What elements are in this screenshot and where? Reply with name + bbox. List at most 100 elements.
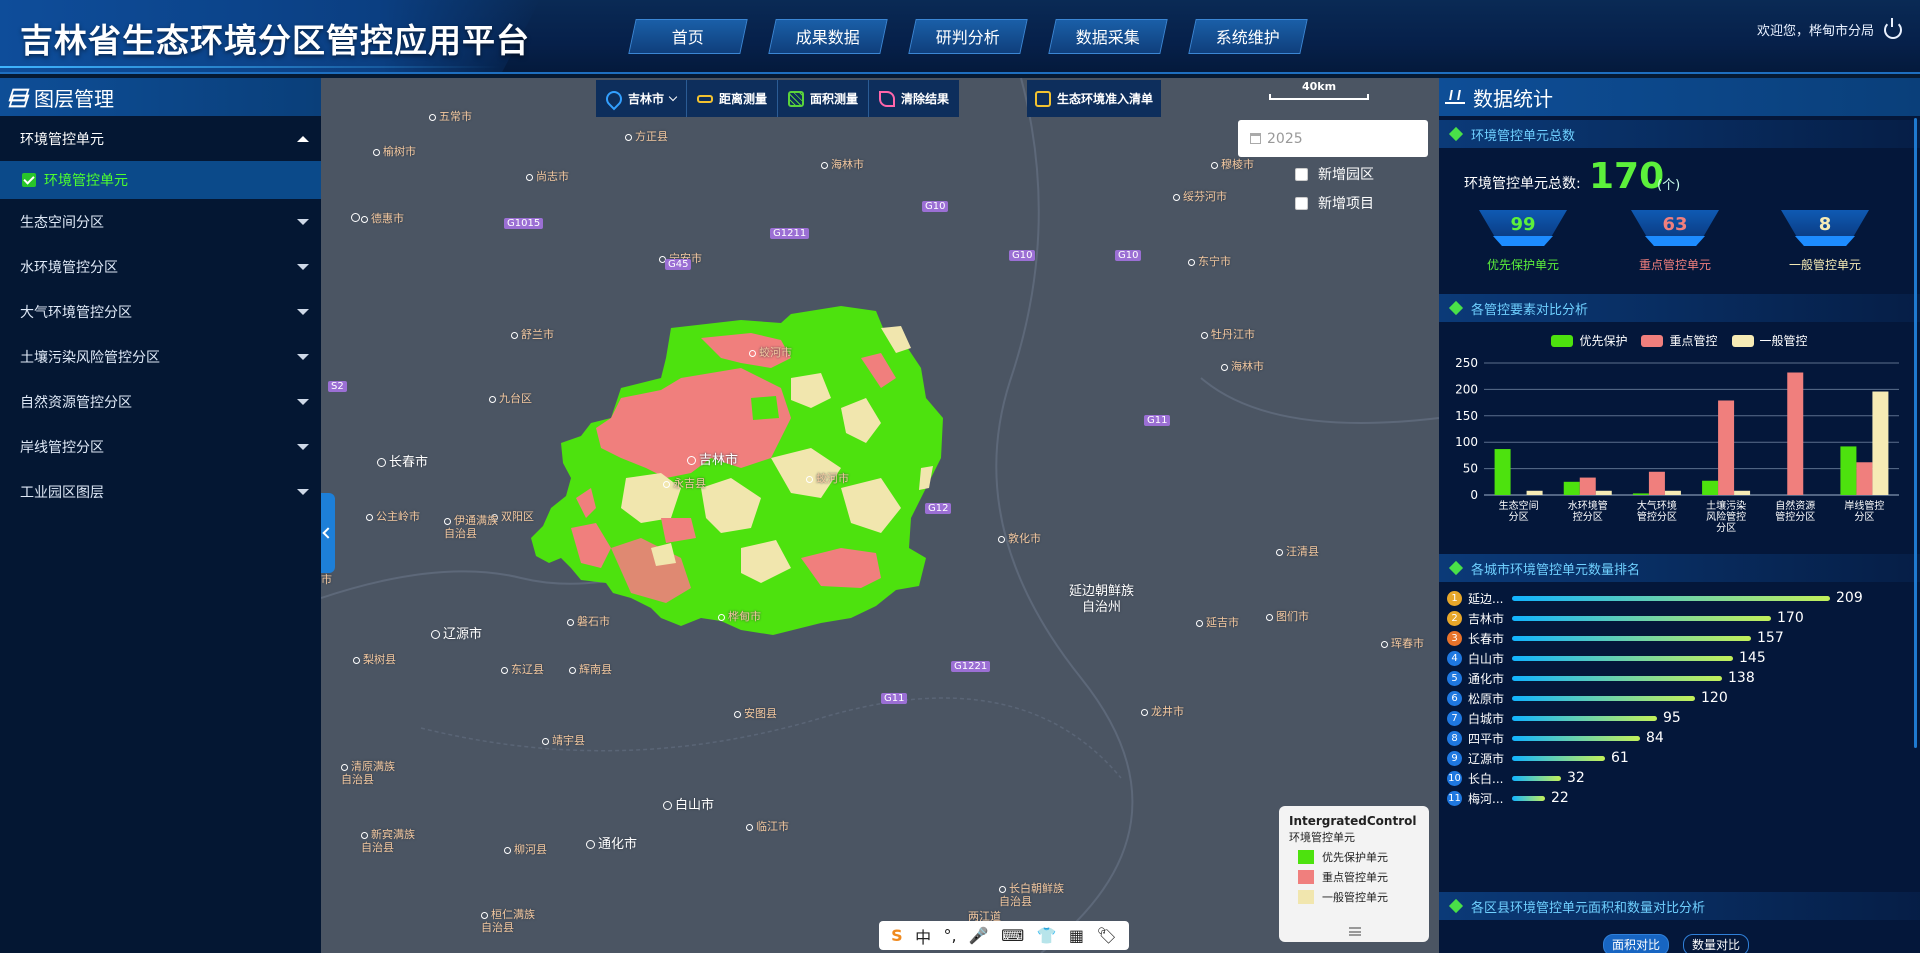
rank-bar [1512, 595, 1830, 601]
ranking-row[interactable]: 3 长春市 157 [1447, 628, 1784, 648]
chart-bar [1563, 481, 1580, 495]
ime-logo-icon[interactable]: S [891, 926, 903, 945]
checkbox-checked-icon[interactable] [22, 173, 36, 187]
unit-pedestals: 99 优先保护单元 63 重点管控单元 8 一般管控单元 [1439, 206, 1920, 286]
map-label-edge-city: 市 [321, 573, 332, 586]
rank-value: 120 [1701, 690, 1728, 706]
chart-legend-item[interactable]: 优先保护 [1551, 332, 1627, 349]
collapse-panel-button[interactable] [321, 493, 335, 573]
ime-chinese-mode[interactable]: 中 [915, 924, 931, 948]
map-label-dunhua: 敦化市 [998, 530, 1041, 546]
rank-value: 138 [1728, 670, 1755, 686]
map-label-tonghua: 通化市 [586, 833, 637, 852]
map-label-changbai: 长白朝鲜族 自治县 [999, 882, 1064, 908]
layer-group-env-control-units[interactable]: 环境管控单元 [0, 116, 321, 161]
checkbox-box[interactable] [1295, 196, 1308, 210]
statistics-header: 数据统计 [1439, 78, 1920, 116]
ranking-row[interactable]: 10 长白... 32 [1447, 768, 1585, 788]
microphone-icon[interactable]: 🎤 [969, 926, 989, 945]
ranking-row[interactable]: 5 通化市 138 [1447, 668, 1755, 688]
layer-group-air-env[interactable]: 大气环境管控分区 [0, 289, 321, 334]
checkbox-new-park[interactable]: 新增园区 [1295, 164, 1374, 184]
ranking-row[interactable]: 1 延边... 209 [1447, 588, 1863, 608]
jilin-city-control-region[interactable] [531, 306, 943, 635]
year-picker[interactable]: 2025 [1238, 120, 1428, 157]
rank-bar [1512, 735, 1640, 741]
ranking-row[interactable]: 8 四平市 84 [1447, 728, 1664, 748]
map-label-tumen: 图们市 [1266, 608, 1309, 624]
top-header: 吉林省生态环境分区管控应用平台 首页 成果数据 研判分析 数据采集 系统维护 欢… [0, 0, 1920, 74]
chart-bar [1787, 372, 1804, 495]
map-label-dehui: 德惠市 [361, 210, 404, 226]
tab-area-compare[interactable]: 面积对比 [1603, 934, 1670, 953]
ranking-row[interactable]: 7 白城市 95 [1447, 708, 1681, 728]
map-label-yongji: 永吉县 [663, 475, 706, 491]
layer-group-water-env[interactable]: 水环境管控分区 [0, 244, 321, 289]
road-shield-g10-c: G10 [1115, 250, 1142, 261]
city-select[interactable]: 吉林市 [596, 80, 688, 117]
skin-icon[interactable]: 👕 [1037, 926, 1057, 945]
tag-icon[interactable]: 🏷 [1096, 926, 1116, 945]
chart-legend: 优先保护 重点管控 一般管控 [1439, 332, 1920, 349]
rank-city-name: 长白... [1468, 771, 1504, 786]
layer-panel-header: 图层管理 [0, 78, 321, 116]
section-header-county: 各区县环境管控单元面积和数量对比分析 [1439, 892, 1920, 920]
map-view[interactable]: 五常市 方正县 榆树市 尚志市 海林市 德惠市 宁安市 穆棱市 绥芬河市 东宁市… [321, 78, 1439, 953]
nav-system-maintenance[interactable]: 系统维护 [1188, 19, 1308, 54]
document-search-icon [1035, 90, 1051, 107]
chart-y-tick-label: 100 [1455, 435, 1478, 449]
menu-icon[interactable] [1349, 927, 1361, 936]
layer-group-industrial-parks[interactable]: 工业园区图层 [0, 469, 321, 514]
eco-access-list-button[interactable]: 生态环境准入清单 [1027, 80, 1162, 117]
keyboard-icon[interactable]: ⌨ [1001, 926, 1024, 945]
map-label-yanbian: 延边朝鲜族 自治州 [1069, 584, 1135, 615]
layer-item-env-control-units[interactable]: 环境管控单元 [0, 161, 321, 199]
chart-legend-item[interactable]: 一般管控 [1731, 332, 1808, 349]
layer-group-soil-risk[interactable]: 土壤污染风险管控分区 [0, 334, 321, 379]
ranking-row[interactable]: 4 白山市 145 [1447, 648, 1766, 668]
map-label-wangqing: 汪清县 [1276, 543, 1319, 559]
map-label-yanji: 延吉市 [1196, 614, 1239, 630]
chart-x-tick-label: 岸线管控分区 [1844, 499, 1884, 523]
nav-data-collection[interactable]: 数据采集 [1048, 19, 1168, 54]
ranking-row[interactable]: 2 吉林市 170 [1447, 608, 1804, 628]
map-toolbar: 吉林市 距离测量 面积测量 清除结果 [596, 80, 960, 117]
ime-punct-icon[interactable]: °, [943, 926, 956, 945]
user-greeting: 欢迎您，桦甸市分局 [1756, 24, 1874, 39]
rank-badge: 9 [1447, 750, 1462, 766]
clear-results-button[interactable]: 清除结果 [869, 80, 959, 117]
ranking-row[interactable]: 11 梅河... 22 [1447, 788, 1569, 808]
ranking-row[interactable]: 6 松原市 120 [1447, 688, 1728, 708]
rank-value: 22 [1551, 790, 1569, 806]
ranking-row[interactable]: 9 辽源市 61 [1447, 748, 1629, 768]
city-ranking-list: 1 延边... 209 2 吉林市 170 3 长春市 157 4 白山市 145 5 通化市 138 6 松原… [1439, 582, 1920, 806]
tab-count-compare[interactable]: 数量对比 [1683, 934, 1750, 953]
layer-group-natural-resources[interactable]: 自然资源管控分区 [0, 379, 321, 424]
layer-group-ecological-space[interactable]: 生态空间分区 [0, 199, 321, 244]
rank-value: 84 [1646, 730, 1664, 746]
layer-group-shoreline[interactable]: 岸线管控分区 [0, 424, 321, 469]
map-label-xinbin: 新宾满族 自治县 [361, 828, 415, 854]
nav-analysis[interactable]: 研判分析 [908, 19, 1028, 54]
nav-results-data[interactable]: 成果数据 [768, 19, 888, 54]
legend-item-general-control: 一般管控单元 [1289, 889, 1419, 905]
map-label-suifenhe-top: 绥芬河市 [1173, 188, 1227, 204]
app-title: 吉林省生态环境分区管控应用平台 [20, 21, 530, 60]
road-shield-g11-b: G11 [881, 693, 908, 704]
nav-home[interactable]: 首页 [628, 19, 748, 54]
distance-measure-button[interactable]: 距离测量 [687, 80, 779, 117]
checkbox-box[interactable] [1295, 167, 1308, 181]
statistics-title: 数据统计 [1473, 86, 1553, 111]
checkbox-new-project[interactable]: 新增项目 [1295, 193, 1374, 213]
grid-icon[interactable]: ▦ [1069, 926, 1084, 945]
rank-bar [1512, 795, 1545, 801]
rank-bar [1512, 695, 1695, 701]
chart-bar [1734, 490, 1751, 495]
map-label-huanren: 桓仁满族 自治县 [481, 908, 535, 934]
map-label-muling: 穆棱市 [1211, 156, 1254, 172]
chart-legend-item[interactable]: 重点管控 [1641, 332, 1718, 349]
area-measure-button[interactable]: 面积测量 [778, 80, 870, 117]
chevron-down-icon [297, 308, 309, 315]
rank-badge: 4 [1447, 650, 1462, 666]
logout-power-icon[interactable] [1884, 17, 1902, 39]
